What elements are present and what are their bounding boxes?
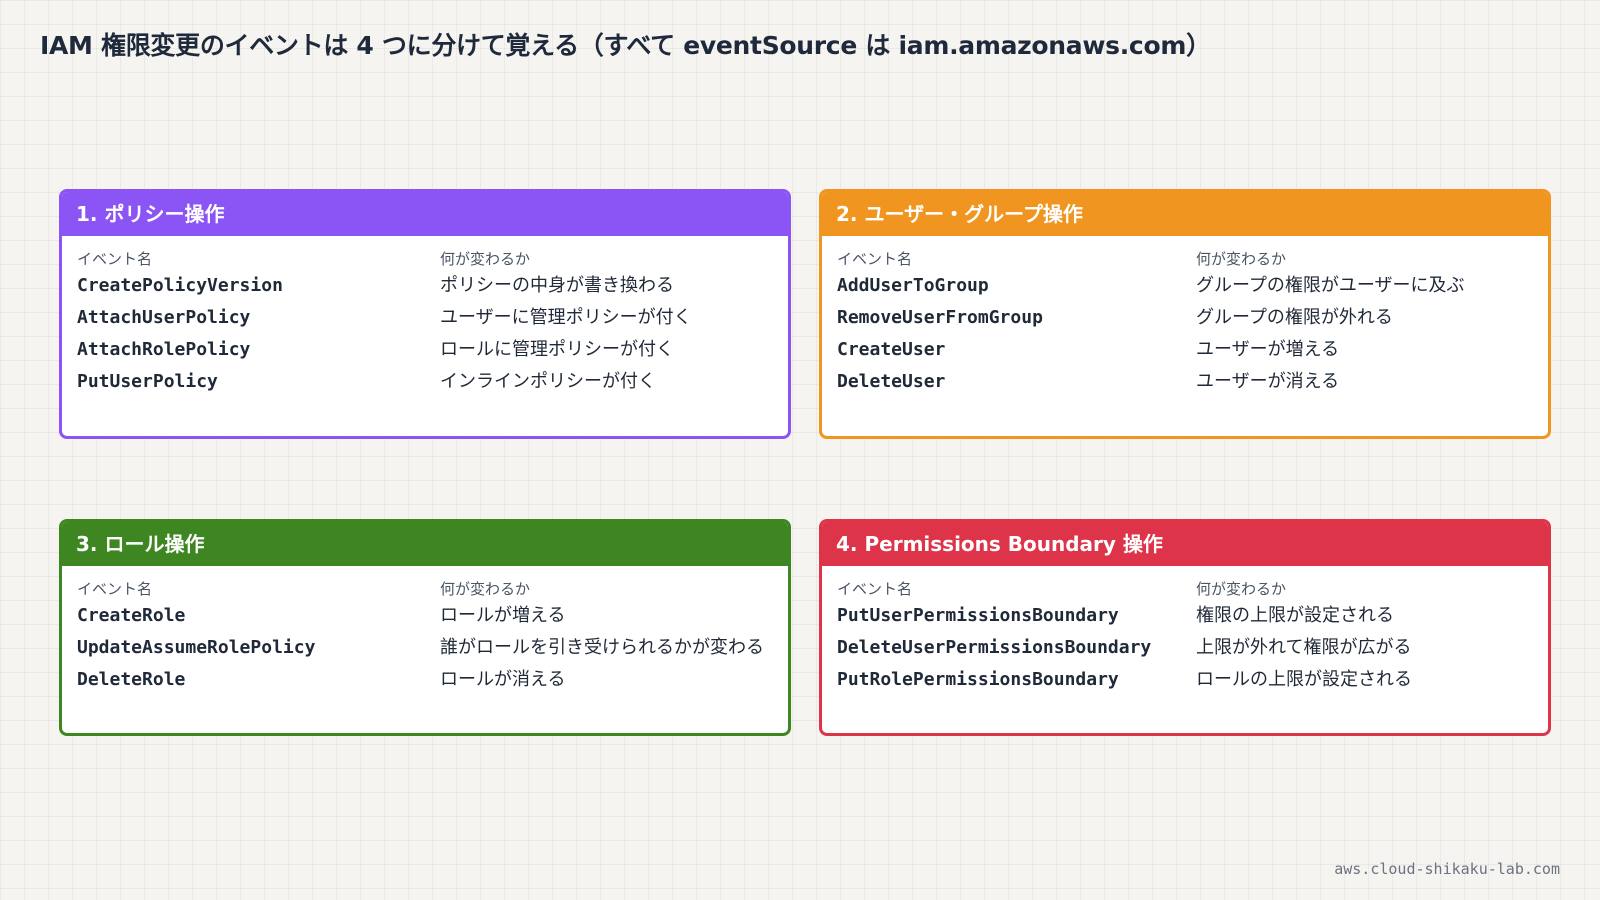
table-row: CreatePolicyVersion ポリシーの中身が書き換わる [62,270,788,302]
change-description: ユーザーが増える [1196,339,1340,360]
card-header: 2. ユーザー・グループ操作 [822,192,1548,236]
event-name: DeleteRole [77,669,186,690]
change-description: ユーザーに管理ポリシーが付く [440,307,692,328]
change-description: ユーザーが消える [1196,371,1340,392]
column-header-change: 何が変わるか [440,580,531,598]
change-description: 誰がロールを引き受けられるかが変わる [440,637,764,658]
table-row: PutUserPermissionsBoundary 権限の上限が設定される [822,600,1548,632]
change-description: 権限の上限が設定される [1196,605,1394,626]
column-headers: イベント名 何が変わるか [822,578,1548,600]
column-headers: イベント名 何が変わるか [62,578,788,600]
change-description: ロールの上限が設定される [1196,669,1412,690]
change-description: グループの権限が外れる [1196,307,1393,328]
page-title: IAM 権限変更のイベントは 4 つに分けて覚える（すべて eventSourc… [40,31,1211,60]
table-row: CreateUser ユーザーが増える [822,334,1548,366]
card-user-group-operations: 2. ユーザー・グループ操作 イベント名 何が変わるか AddUserToGro… [819,189,1551,439]
change-description: ポリシーの中身が書き換わる [440,275,674,296]
table-row: CreateRole ロールが増える [62,600,788,632]
column-headers: イベント名 何が変わるか [822,248,1548,270]
column-header-change: 何が変わるか [1196,250,1287,268]
event-name: CreateUser [837,339,946,360]
change-description: ロールが消える [440,669,566,690]
event-name: AttachRolePolicy [77,339,251,360]
event-name: RemoveUserFromGroup [837,307,1043,328]
table-row: PutRolePermissionsBoundary ロールの上限が設定される [822,664,1548,696]
column-header-event: イベント名 [837,250,913,268]
event-name: DeleteUserPermissionsBoundary [837,637,1152,658]
column-headers: イベント名 何が変わるか [62,248,788,270]
footer-url: aws.cloud-shikaku-lab.com [1334,860,1560,878]
column-header-event: イベント名 [77,580,153,598]
table-row: DeleteRole ロールが消える [62,664,788,696]
change-description: ロールに管理ポリシーが付く [440,339,674,360]
change-description: ロールが増える [440,605,566,626]
table-row: AttachRolePolicy ロールに管理ポリシーが付く [62,334,788,366]
event-name: CreatePolicyVersion [77,275,283,296]
card-permissions-boundary-operations: 4. Permissions Boundary 操作 イベント名 何が変わるか … [819,519,1551,736]
change-description: インラインポリシーが付く [440,371,656,392]
table-row: PutUserPolicy インラインポリシーが付く [62,366,788,398]
column-header-event: イベント名 [77,250,153,268]
card-header: 4. Permissions Boundary 操作 [822,522,1548,566]
table-row: DeleteUserPermissionsBoundary 上限が外れて権限が広… [822,632,1548,664]
event-name: PutUserPermissionsBoundary [837,605,1119,626]
column-header-change: 何が変わるか [440,250,531,268]
card-header: 3. ロール操作 [62,522,788,566]
change-description: グループの権限がユーザーに及ぶ [1196,275,1465,296]
card-header: 1. ポリシー操作 [62,192,788,236]
event-name: PutRolePermissionsBoundary [837,669,1119,690]
column-header-event: イベント名 [837,580,913,598]
table-row: UpdateAssumeRolePolicy 誰がロールを引き受けられるかが変わ… [62,632,788,664]
card-role-operations: 3. ロール操作 イベント名 何が変わるか CreateRole ロールが増える… [59,519,791,736]
event-name: CreateRole [77,605,186,626]
table-row: RemoveUserFromGroup グループの権限が外れる [822,302,1548,334]
event-name: AttachUserPolicy [77,307,251,328]
table-row: AttachUserPolicy ユーザーに管理ポリシーが付く [62,302,788,334]
column-header-change: 何が変わるか [1196,580,1287,598]
event-name: DeleteUser [837,371,946,392]
table-row: AddUserToGroup グループの権限がユーザーに及ぶ [822,270,1548,302]
table-row: DeleteUser ユーザーが消える [822,366,1548,398]
event-name: PutUserPolicy [77,371,218,392]
change-description: 上限が外れて権限が広がる [1196,637,1412,658]
event-name: UpdateAssumeRolePolicy [77,637,316,658]
card-policy-operations: 1. ポリシー操作 イベント名 何が変わるか CreatePolicyVersi… [59,189,791,439]
event-name: AddUserToGroup [837,275,989,296]
